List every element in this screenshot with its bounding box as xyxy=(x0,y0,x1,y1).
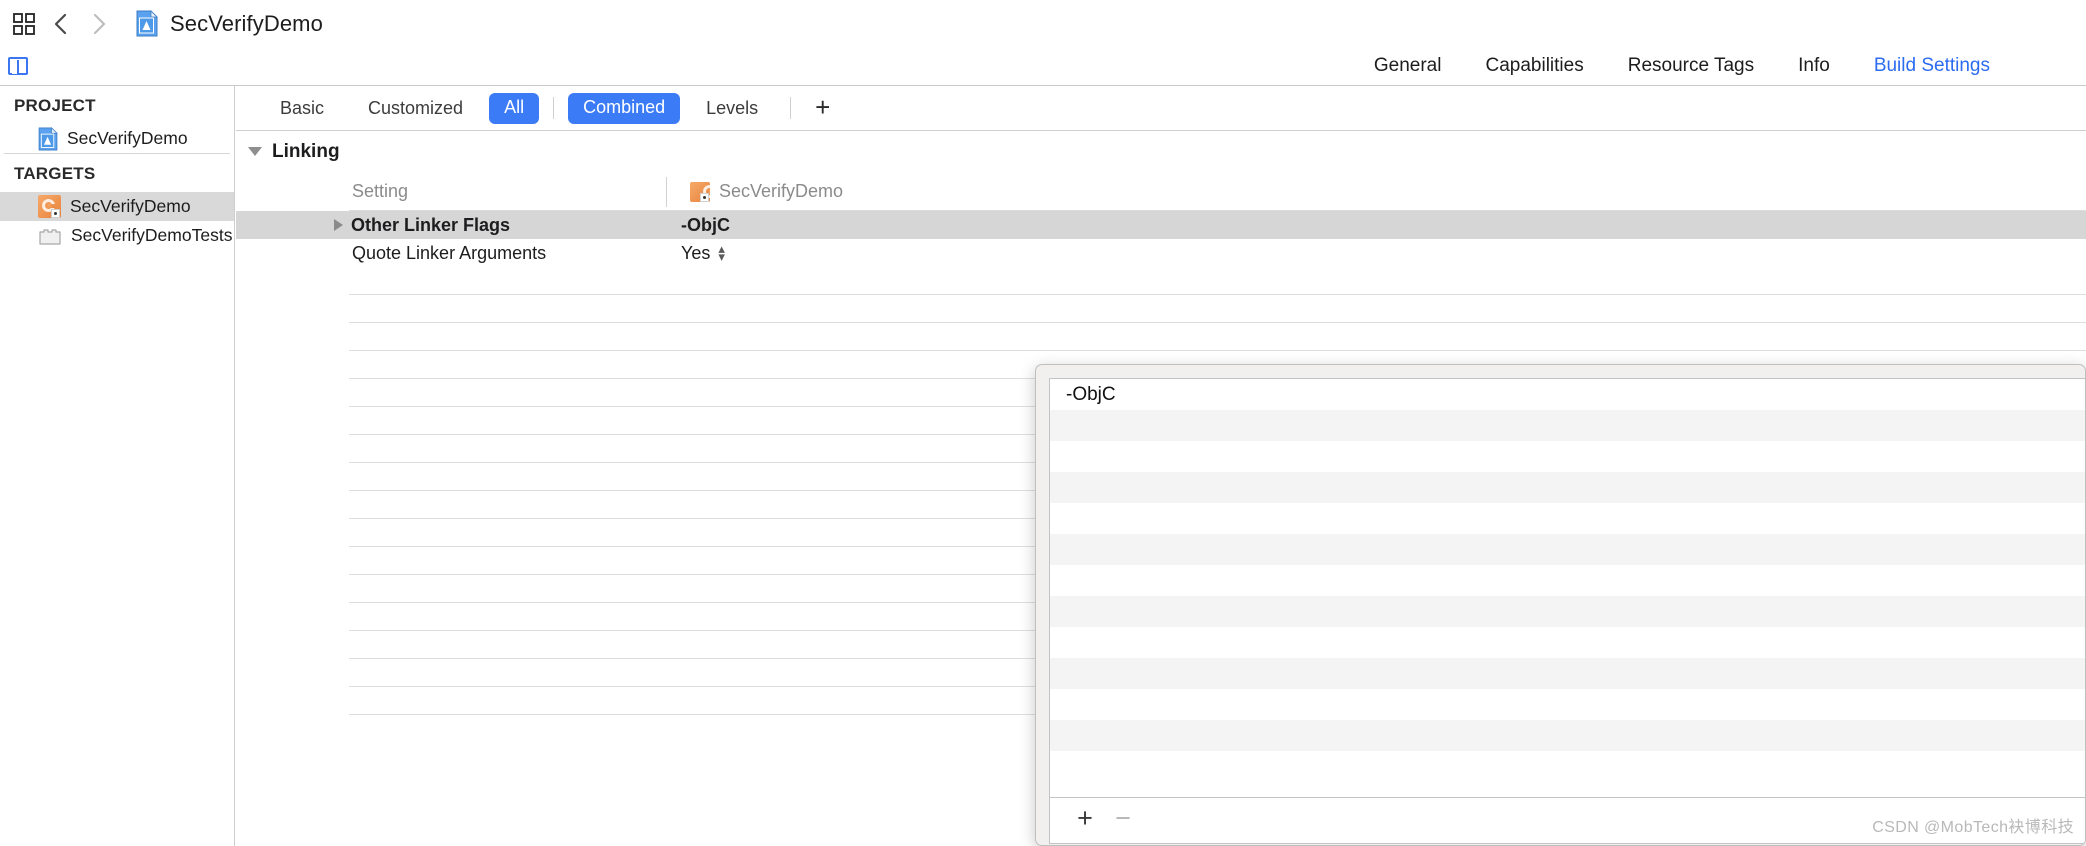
filter-basic[interactable]: Basic xyxy=(258,98,346,119)
setting-value: Yes xyxy=(681,242,711,263)
sidebar-item-label: SecVerifyDemo xyxy=(70,196,191,216)
tab-list: General Capabilities Resource Tags Info … xyxy=(1352,55,2086,77)
app-target-icon xyxy=(690,181,710,202)
filter-levels[interactable]: Levels xyxy=(684,98,780,119)
sidebar-item-target-secverifydemo[interactable]: SecVerifyDemo xyxy=(0,192,234,221)
tab-resource-tags[interactable]: Resource Tags xyxy=(1606,55,1776,77)
remove-flag-button[interactable]: − xyxy=(1104,805,1142,832)
list-item[interactable] xyxy=(1050,565,2085,596)
editor-toggle-icon[interactable] xyxy=(4,52,32,80)
editor-tab-bar: General Capabilities Resource Tags Info … xyxy=(0,47,2086,86)
setting-name-cell: Other Linker Flags xyxy=(236,215,666,236)
group-title: Linking xyxy=(272,140,340,162)
list-item[interactable] xyxy=(1050,472,2085,503)
setting-value-cell[interactable]: -ObjC xyxy=(666,215,730,236)
empty-row xyxy=(236,267,2086,295)
back-chevron-icon[interactable] xyxy=(42,4,80,44)
empty-row xyxy=(236,323,2086,351)
grid-icon[interactable] xyxy=(6,9,42,39)
column-header-target: SecVerifyDemo xyxy=(666,176,844,207)
column-header-setting: Setting xyxy=(352,181,409,201)
filter-customized[interactable]: Customized xyxy=(346,98,485,119)
app-target-icon xyxy=(38,195,61,218)
setting-row-quote-linker-arguments[interactable]: Quote Linker Arguments Yes ▴ ▾ xyxy=(236,239,2086,267)
stepper-icon[interactable]: ▴ ▾ xyxy=(718,242,725,263)
forward-chevron-icon[interactable] xyxy=(80,4,118,44)
tab-capabilities[interactable]: Capabilities xyxy=(1463,55,1605,77)
disclosure-triangle-icon[interactable] xyxy=(334,219,343,231)
filter-divider-2 xyxy=(790,97,792,119)
list-item[interactable] xyxy=(1050,627,2085,658)
setting-value-cell[interactable]: Yes ▴ ▾ xyxy=(666,242,725,264)
sidebar-item-label: SecVerifyDemo xyxy=(67,128,188,148)
tab-general[interactable]: General xyxy=(1352,55,1464,77)
setting-name: Quote Linker Arguments xyxy=(352,242,547,263)
list-item[interactable] xyxy=(1050,751,2085,782)
sidebar-item-label: SecVerifyDemoTests xyxy=(71,225,233,245)
list-item[interactable] xyxy=(1050,534,2085,565)
add-setting-button[interactable]: + xyxy=(801,94,844,120)
xcode-project-icon xyxy=(38,126,58,151)
list-item[interactable] xyxy=(1050,689,2085,720)
xcode-project-icon xyxy=(130,10,164,37)
setting-row-other-linker-flags[interactable]: Other Linker Flags -ObjC xyxy=(236,211,2086,239)
watermark: CSDN @MobTech袂博科技 xyxy=(1872,819,2074,836)
sidebar-section-project: PROJECT xyxy=(14,96,96,115)
page-title: SecVerifyDemo xyxy=(170,10,323,36)
list-item[interactable] xyxy=(1050,503,2085,534)
sidebar-item-project-secverifydemo[interactable]: SecVerifyDemo xyxy=(0,124,234,153)
test-bundle-icon xyxy=(38,226,62,246)
list-item[interactable] xyxy=(1050,658,2085,689)
sidebar-item-target-secverifydemotests[interactable]: SecVerifyDemoTests xyxy=(0,221,234,250)
build-settings-filter-bar: Basic Customized All Combined Levels + xyxy=(236,86,2086,131)
tab-info[interactable]: Info xyxy=(1776,55,1852,77)
tab-build-settings[interactable]: Build Settings xyxy=(1852,55,2012,77)
list-item[interactable] xyxy=(1050,410,2085,441)
list-item[interactable] xyxy=(1050,441,2085,472)
linker-flags-popover: -ObjC + − xyxy=(1035,364,2086,846)
setting-value: -ObjC xyxy=(681,214,730,235)
sidebar-section-targets: TARGETS xyxy=(14,164,96,183)
linker-flags-list[interactable]: -ObjC xyxy=(1049,378,2085,798)
setting-name: Other Linker Flags xyxy=(351,214,511,235)
filter-all[interactable]: All xyxy=(489,92,540,124)
filter-divider xyxy=(553,97,555,119)
list-item[interactable] xyxy=(1050,596,2085,627)
settings-column-headers: Setting SecVerifyDemo xyxy=(236,172,2086,211)
titlebar: SecVerifyDemo xyxy=(0,0,2086,48)
add-flag-button[interactable]: + xyxy=(1066,805,1104,832)
setting-name-cell: Quote Linker Arguments xyxy=(236,243,666,264)
disclosure-triangle-icon[interactable] xyxy=(248,147,262,156)
project-sidebar: PROJECT SecVerifyDemo TARGETS SecVerifyD… xyxy=(0,86,235,846)
list-item[interactable] xyxy=(1050,720,2085,751)
list-item[interactable]: -ObjC xyxy=(1050,379,2085,410)
settings-group-linking[interactable]: Linking xyxy=(236,131,2086,172)
column-header-target-label: SecVerifyDemo xyxy=(719,181,844,201)
filter-combined[interactable]: Combined xyxy=(568,92,681,124)
empty-row xyxy=(236,295,2086,323)
